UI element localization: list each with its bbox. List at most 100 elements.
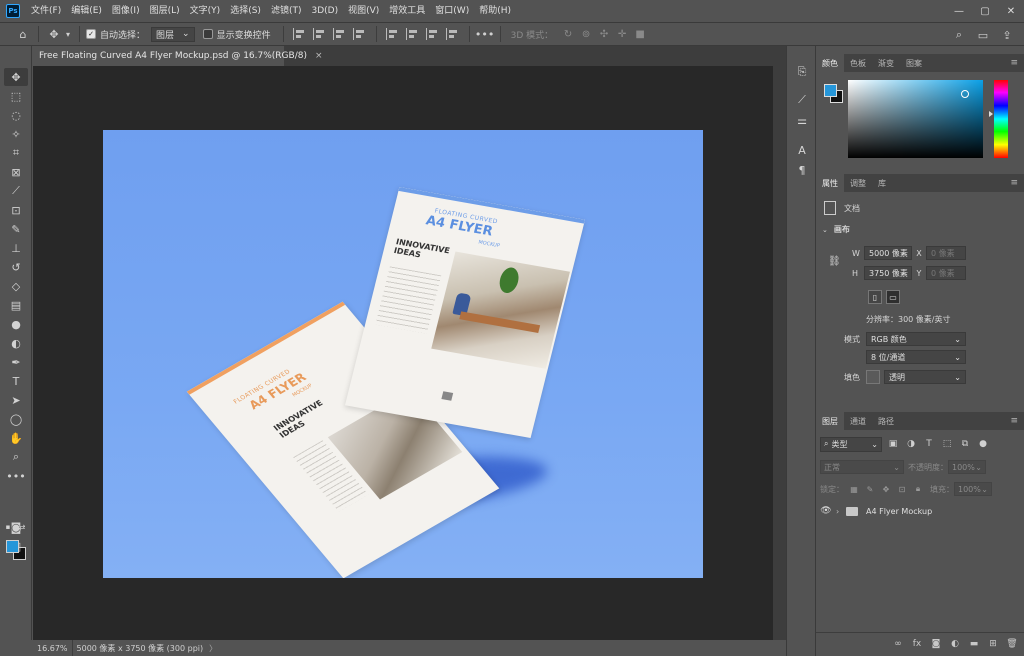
align-top-edges-icon[interactable]: [385, 28, 400, 40]
opacity-input[interactable]: 100% ⌄: [948, 460, 986, 474]
menu-plugins[interactable]: 增效工具: [384, 0, 430, 22]
menu-image[interactable]: 图像(I): [107, 0, 145, 22]
menu-layer[interactable]: 图层(L): [145, 0, 185, 22]
menu-select[interactable]: 选择(S): [225, 0, 266, 22]
auto-select-checkbox[interactable]: ✓: [86, 29, 96, 39]
tab-libraries[interactable]: 库: [872, 174, 892, 192]
align-right-edges-icon[interactable]: [332, 28, 347, 40]
blur-tool-icon[interactable]: ●: [4, 315, 28, 333]
more-options-button[interactable]: •••: [475, 25, 494, 43]
filter-smart-object-icon[interactable]: ⧉: [958, 437, 972, 451]
brush-tool-icon[interactable]: ✎: [4, 220, 28, 238]
menu-file[interactable]: 文件(F): [26, 0, 66, 22]
foreground-color-swatch[interactable]: [824, 84, 837, 97]
filter-shape-icon[interactable]: ⬚: [940, 437, 954, 451]
chevron-down-icon[interactable]: ▾: [63, 25, 73, 43]
lock-image-icon[interactable]: ✎: [864, 483, 876, 495]
quick-mask-icon[interactable]: ◙: [4, 518, 28, 536]
eyedropper-tool-icon[interactable]: ⟋: [4, 182, 28, 200]
brush-settings-icon[interactable]: ⟋: [794, 92, 810, 108]
lasso-tool-icon[interactable]: ◌: [4, 106, 28, 124]
panel-menu-icon[interactable]: ≡: [1010, 58, 1018, 68]
canvas-scrollbar[interactable]: [773, 66, 786, 640]
roll-3d-icon[interactable]: ⊚: [579, 27, 593, 41]
history-brush-tool-icon[interactable]: ↺: [4, 258, 28, 276]
tab-layers[interactable]: 图层: [816, 412, 844, 430]
align-distribute-icon[interactable]: [352, 28, 367, 40]
lock-artboard-icon[interactable]: ⊡: [896, 483, 908, 495]
menu-filter[interactable]: 滤镜(T): [266, 0, 307, 22]
slide-3d-icon[interactable]: ✛: [615, 27, 629, 41]
distribute-vertical-icon[interactable]: [445, 28, 460, 40]
edit-toolbar-icon[interactable]: •••: [4, 467, 28, 485]
landscape-orientation-button[interactable]: ▭: [886, 290, 900, 304]
menu-edit[interactable]: 编辑(E): [66, 0, 107, 22]
show-transform-checkbox[interactable]: [202, 29, 213, 39]
bit-depth-dropdown[interactable]: 8 位/通道 ⌄: [866, 350, 966, 364]
tab-color[interactable]: 颜色: [816, 54, 844, 72]
align-vertical-centers-icon[interactable]: [405, 28, 420, 40]
menu-view[interactable]: 视图(V): [343, 0, 384, 22]
blend-mode-dropdown[interactable]: 正常 ⌄: [820, 460, 904, 474]
color-picker-field[interactable]: [848, 80, 983, 158]
filter-pixel-icon[interactable]: ▣: [886, 437, 900, 451]
type-tool-icon[interactable]: T: [4, 372, 28, 390]
path-selection-tool-icon[interactable]: ➤: [4, 391, 28, 409]
fill-dropdown[interactable]: 透明 ⌄: [884, 370, 966, 384]
character-panel-icon[interactable]: A: [794, 142, 810, 158]
layer-filter-dropdown[interactable]: ⌕ 类型 ⌄: [820, 436, 882, 452]
menu-window[interactable]: 窗口(W): [430, 0, 474, 22]
panel-menu-icon[interactable]: ≡: [1010, 416, 1018, 426]
new-group-icon[interactable]: ▬: [966, 636, 982, 652]
height-input[interactable]: 3750 像素: [864, 266, 912, 280]
lock-position-icon[interactable]: ✥: [880, 483, 892, 495]
crop-tool-icon[interactable]: ⌗: [4, 144, 28, 162]
paragraph-panel-icon[interactable]: ¶: [794, 162, 810, 178]
menu-3d[interactable]: 3D(D): [306, 0, 343, 22]
hue-slider-marker[interactable]: [989, 111, 993, 117]
workspace-icon[interactable]: ▭: [974, 26, 992, 44]
align-horizontal-centers-icon[interactable]: [312, 28, 327, 40]
tab-channels[interactable]: 通道: [844, 412, 872, 430]
menu-type[interactable]: 文字(Y): [185, 0, 226, 22]
close-button[interactable]: ✕: [998, 0, 1024, 22]
close-tab-icon[interactable]: ×: [315, 51, 323, 61]
delete-layer-icon[interactable]: 🗑︎: [1004, 636, 1020, 652]
hand-tool-icon[interactable]: ✋: [4, 429, 28, 447]
chevron-right-icon[interactable]: ›: [836, 507, 846, 516]
add-mask-icon[interactable]: ◙: [928, 636, 944, 652]
marquee-tool-icon[interactable]: ⬚: [4, 87, 28, 105]
history-panel-icon[interactable]: ⎘: [794, 64, 810, 80]
align-bottom-edges-icon[interactable]: [425, 28, 440, 40]
pen-tool-icon[interactable]: ✒: [4, 353, 28, 371]
clone-stamp-tool-icon[interactable]: ⊥: [4, 239, 28, 257]
status-menu-arrow[interactable]: 〉: [209, 643, 217, 654]
dodge-tool-icon[interactable]: ◐: [4, 334, 28, 352]
fill-color-swatch[interactable]: [866, 370, 880, 384]
hue-slider[interactable]: [994, 80, 1008, 158]
document-tab[interactable]: Free Floating Curved A4 Flyer Mockup.psd…: [32, 46, 323, 66]
move-tool-preset-icon[interactable]: ✥: [45, 25, 63, 43]
tab-paths[interactable]: 路径: [872, 412, 900, 430]
lock-all-icon[interactable]: 🔒︎: [912, 483, 924, 495]
tab-adjustments[interactable]: 调整: [844, 174, 872, 192]
drag-3d-icon[interactable]: ✣: [597, 27, 611, 41]
new-layer-icon[interactable]: ⊞: [985, 636, 1001, 652]
y-input[interactable]: 0 像素: [926, 266, 966, 280]
x-input[interactable]: 0 像素: [926, 246, 966, 260]
ellipse-tool-icon[interactable]: ◯: [4, 410, 28, 428]
share-icon[interactable]: ⇪: [998, 26, 1016, 44]
layer-row[interactable]: 👁︎ › A4 Flyer Mockup: [816, 502, 1024, 520]
auto-select-target-dropdown[interactable]: 图层 ⌄: [151, 26, 195, 42]
fill-input[interactable]: 100% ⌄: [954, 482, 992, 496]
portrait-orientation-button[interactable]: ▯: [868, 290, 882, 304]
color-picker-cursor[interactable]: [961, 90, 969, 98]
maximize-button[interactable]: ▢: [972, 0, 998, 22]
search-icon[interactable]: ⌕: [950, 26, 968, 44]
move-tool-icon[interactable]: ✥: [4, 68, 28, 86]
lock-transparent-icon[interactable]: ▦: [848, 483, 860, 495]
home-icon[interactable]: ⌂: [14, 25, 32, 43]
filter-type-icon[interactable]: T: [922, 437, 936, 451]
artboard[interactable]: FLOATING CURVED A4 FLYER MOCKUP INNOVATI…: [103, 130, 703, 578]
frame-tool-icon[interactable]: ⊠: [4, 163, 28, 181]
